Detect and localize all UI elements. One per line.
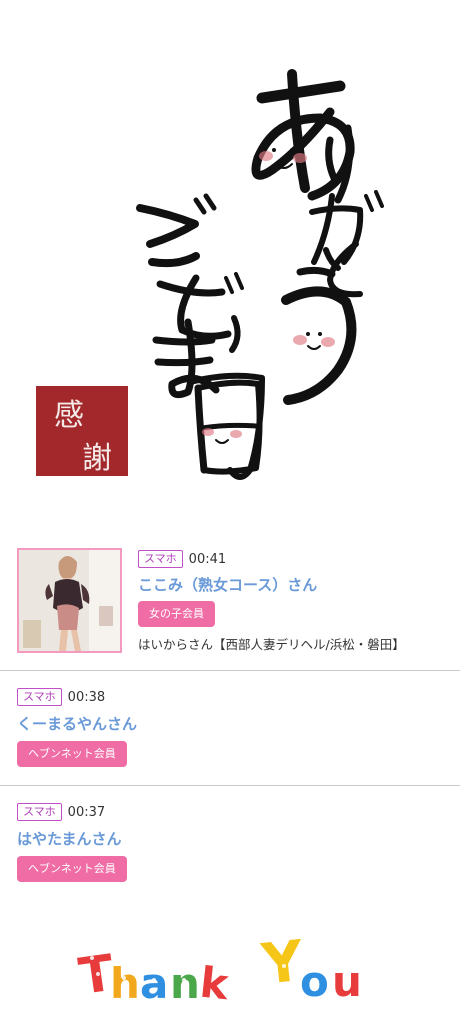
seal-char-2: 謝 <box>82 441 112 476</box>
seal-char-1: 感 <box>54 398 84 433</box>
thank-you-image: T h a n k Y o u <box>0 900 460 1024</box>
calligraphy-drawing: 感 謝 <box>36 69 384 480</box>
photo-thumbnail <box>19 550 120 651</box>
girl-photo[interactable] <box>17 548 122 653</box>
list-item[interactable]: スマホ 00:38 くーまるやんさん ヘブンネット会員 <box>0 671 460 786</box>
svg-text:a: a <box>140 959 168 1008</box>
entry-meta: スマホ 00:38 <box>17 687 105 707</box>
device-badge: スマホ <box>138 550 183 568</box>
list-item[interactable]: スマホ 00:41 ここみ（熟女コース）さん 女の子会員 はいからさん【西部人妻… <box>0 540 460 671</box>
visit-time: 00:41 <box>188 551 227 567</box>
svg-text:k: k <box>198 958 232 1010</box>
member-type-badge: ヘブンネット会員 <box>17 741 127 767</box>
device-badge: スマホ <box>17 688 62 706</box>
member-type-badge: 女の子会員 <box>138 601 215 627</box>
visitor-name-link[interactable]: はやたまんさん <box>17 828 122 849</box>
member-type-badge: ヘブンネット会員 <box>17 856 127 882</box>
thanks-calligraphy-image: 感 謝 <box>0 0 460 540</box>
visit-time: 00:38 <box>67 689 106 705</box>
thank-you-lettering: T h a n k Y o u <box>75 929 361 1010</box>
svg-text:n: n <box>170 959 200 1008</box>
list-item[interactable]: スマホ 00:37 はやたまんさん ヘブンネット会員 <box>0 786 460 901</box>
entry-meta: スマホ 00:41 <box>138 549 226 569</box>
visitor-list: スマホ 00:41 ここみ（熟女コース）さん 女の子会員 はいからさん【西部人妻… <box>0 540 460 901</box>
device-badge: スマホ <box>17 803 62 821</box>
entry-meta: スマホ 00:37 <box>17 802 105 822</box>
svg-text:h: h <box>110 959 140 1008</box>
shop-name[interactable]: はいからさん【西部人妻デリヘル/浜松・磐田】 <box>138 634 405 653</box>
visit-time: 00:37 <box>67 804 106 820</box>
visitor-name-link[interactable]: くーまるやんさん <box>17 713 137 734</box>
visitor-name-link[interactable]: ここみ（熟女コース）さん <box>138 574 317 595</box>
